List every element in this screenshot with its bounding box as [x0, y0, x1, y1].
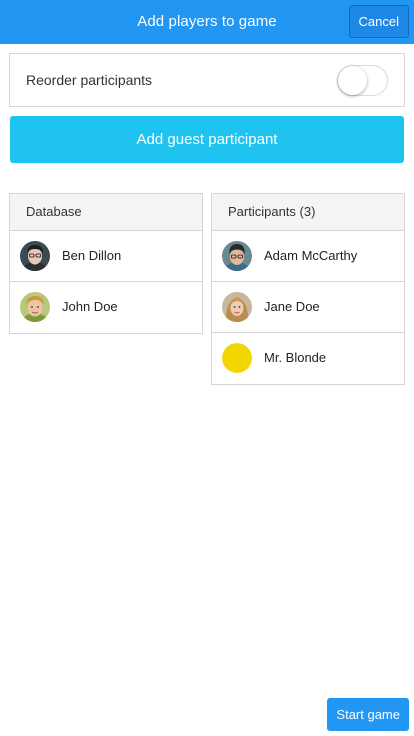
- cancel-button[interactable]: Cancel: [348, 5, 409, 38]
- avatar: [222, 292, 252, 322]
- toggle-knob: [338, 66, 367, 95]
- avatar: [20, 241, 50, 271]
- add-guest-participant-button[interactable]: Add guest participant: [10, 116, 404, 163]
- start-game-button[interactable]: Start game: [327, 698, 409, 731]
- participants-list: Participants (3) Adam McCarthy Jane Doe …: [211, 193, 405, 385]
- list-item-john-doe[interactable]: John Doe: [10, 282, 202, 333]
- yellow-circle-avatar: [222, 343, 252, 373]
- list-item-ben-dillon[interactable]: Ben Dillon: [10, 231, 202, 282]
- avatar: [222, 241, 252, 271]
- list-item-mr-blonde[interactable]: Mr. Blonde: [212, 333, 404, 384]
- database-list-header: Database: [10, 194, 202, 231]
- participants-list-header: Participants (3): [212, 194, 404, 231]
- avatar: [20, 292, 50, 322]
- list-item-name: John Doe: [62, 299, 118, 314]
- database-list: Database Ben Dillon John Doe: [9, 193, 203, 334]
- list-item-adam-mccarthy[interactable]: Adam McCarthy: [212, 231, 404, 282]
- list-item-name: Ben Dillon: [62, 248, 122, 263]
- app-header: Add players to game Cancel: [0, 0, 414, 44]
- list-item-name: Jane Doe: [264, 299, 320, 314]
- list-item-name: Adam McCarthy: [264, 248, 358, 263]
- list-item-name: Mr. Blonde: [264, 350, 327, 365]
- list-item-jane-doe[interactable]: Jane Doe: [212, 282, 404, 333]
- reorder-participants-row: Reorder participants: [9, 53, 405, 107]
- reorder-participants-toggle[interactable]: [337, 65, 388, 96]
- reorder-participants-label: Reorder participants: [26, 72, 153, 88]
